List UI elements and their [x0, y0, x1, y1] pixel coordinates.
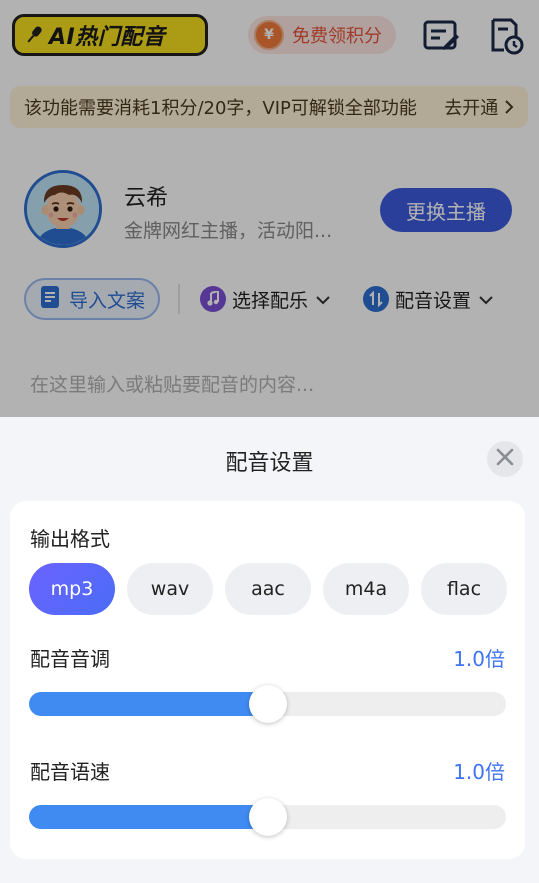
format-option-flac[interactable]: flac — [421, 563, 507, 615]
close-icon — [496, 448, 514, 470]
speed-value: 1.0倍 — [453, 760, 505, 784]
pitch-slider[interactable] — [29, 685, 506, 723]
close-button[interactable] — [487, 441, 523, 477]
settings-panel: 输出格式 mp3 wav aac m4a flac 配音音调 1.0倍 配音语速… — [10, 501, 525, 859]
format-option-m4a[interactable]: m4a — [323, 563, 409, 615]
sheet-title: 配音设置 — [225, 451, 314, 476]
pitch-value: 1.0倍 — [453, 647, 505, 671]
pitch-slider-thumb[interactable] — [248, 685, 287, 723]
speed-slider-fill — [29, 805, 268, 829]
speed-slider-thumb[interactable] — [248, 798, 287, 836]
speed-slider[interactable] — [29, 798, 506, 836]
pitch-label: 配音音调 — [30, 647, 110, 671]
modal-overlay[interactable] — [0, 0, 539, 417]
speed-label: 配音语速 — [30, 760, 110, 784]
output-format-label: 输出格式 — [30, 527, 110, 551]
format-option-mp3[interactable]: mp3 — [29, 563, 115, 615]
format-option-aac[interactable]: aac — [225, 563, 311, 615]
format-options: mp3 wav aac m4a flac — [29, 563, 507, 615]
format-option-wav[interactable]: wav — [127, 563, 213, 615]
pitch-slider-fill — [29, 692, 268, 716]
voice-settings-sheet: 配音设置 输出格式 mp3 wav aac m4a flac 配音音调 1.0倍… — [0, 417, 539, 883]
